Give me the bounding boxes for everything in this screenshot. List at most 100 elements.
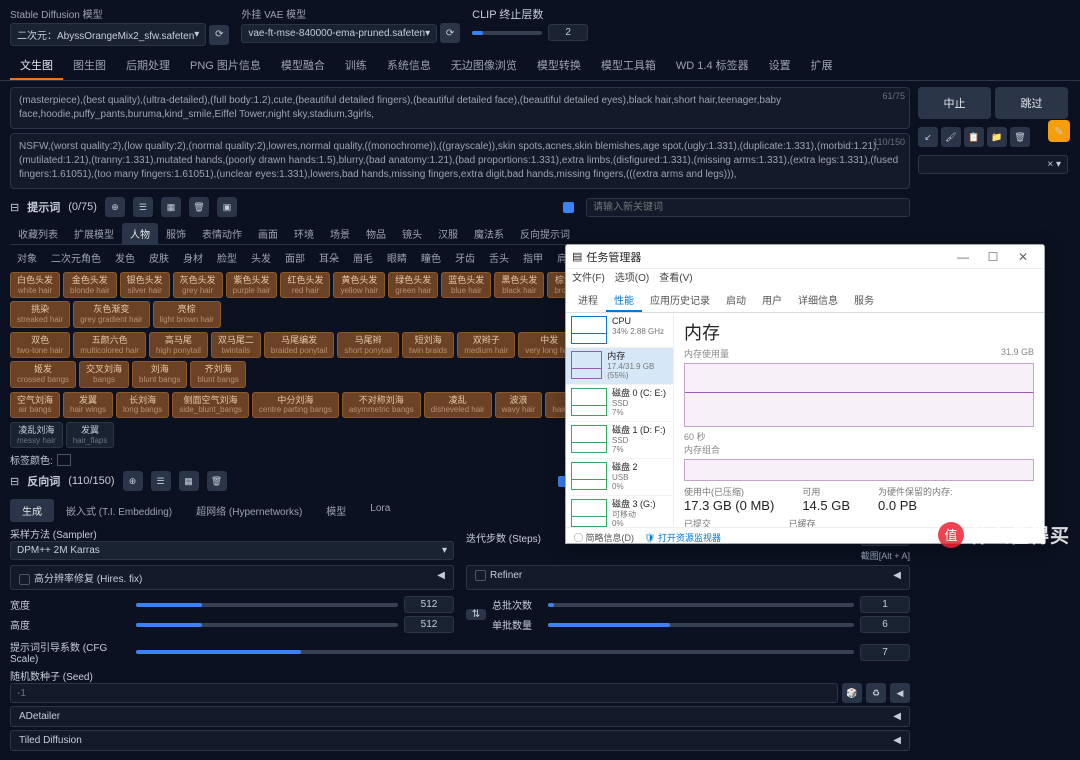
tag-chip[interactable]: 亮棕light brown hair <box>153 301 221 327</box>
seed-extra-icon[interactable]: ◀ <box>890 683 910 703</box>
tm-tab[interactable]: 性能 <box>606 289 642 312</box>
edit-pencil-icon[interactable]: ✎ <box>1048 120 1070 142</box>
tag-chip[interactable]: 交叉刘海bangs <box>79 361 129 387</box>
main-tab-12[interactable]: 扩展 <box>801 52 843 80</box>
batch-size-slider[interactable] <box>548 623 854 627</box>
tag-chip[interactable]: 发翼hair wings <box>63 392 113 418</box>
sub-tab[interactable]: 眉毛 <box>346 247 380 268</box>
neg-btn-4[interactable]: 🗑 <box>207 471 227 491</box>
refresh-sd-icon[interactable]: ⟳ <box>209 25 229 45</box>
seed-input[interactable] <box>10 683 838 703</box>
main-tab-1[interactable]: 图生图 <box>63 52 116 80</box>
sub-tab[interactable]: 皮肤 <box>142 247 176 268</box>
tm-side-item[interactable]: 磁盘 3 (G:)可移动0% <box>566 496 673 527</box>
tm-menu-item[interactable]: 文件(F) <box>572 269 605 289</box>
tag-chip[interactable]: 灰色渐变grey gradient hair <box>73 301 149 327</box>
tag-chip[interactable]: 凌乱刘海messy hair <box>10 422 63 448</box>
tm-side-item[interactable]: 磁盘 0 (C: E:)SSD7% <box>566 385 673 422</box>
cat-tab[interactable]: 环境 <box>286 223 322 244</box>
sub-tab[interactable]: 发色 <box>108 247 142 268</box>
main-tab-4[interactable]: 模型融合 <box>271 52 335 80</box>
tm-menu-item[interactable]: 选项(O) <box>615 269 649 289</box>
tag-chip[interactable]: 黑色头发black hair <box>494 272 544 298</box>
cat-tab[interactable]: 收藏列表 <box>10 223 66 244</box>
color-swatch[interactable] <box>57 454 71 466</box>
swap-dims-icon[interactable]: ⇅ <box>466 609 486 620</box>
tag-chip[interactable]: 不对称刘海asymmetric bangs <box>342 392 421 418</box>
tag-chip[interactable]: 齐刘海blunt bangs <box>190 361 245 387</box>
neg-btn-2[interactable]: ☰ <box>151 471 171 491</box>
sub-tab[interactable]: 面部 <box>278 247 312 268</box>
dice-icon[interactable]: 🎲 <box>842 683 862 703</box>
main-tab-3[interactable]: PNG 图片信息 <box>180 52 271 80</box>
sub-tab[interactable]: 对象 <box>10 247 44 268</box>
tag-chip[interactable]: 刘海blunt bangs <box>132 361 187 387</box>
gen-tab[interactable]: 模型 <box>314 499 358 522</box>
tag-chip[interactable]: 波浪wavy hair <box>495 392 543 418</box>
gen-tab[interactable]: 嵌入式 (T.I. Embedding) <box>54 499 184 522</box>
tag-chip[interactable]: 高马尾high ponytail <box>149 332 208 358</box>
cat-tab[interactable]: 反向提示词 <box>512 223 578 244</box>
clip-slider[interactable] <box>472 31 542 35</box>
tag-btn-4[interactable]: 🗑 <box>189 197 209 217</box>
clipboard-icon[interactable]: 📋 <box>964 127 984 147</box>
sub-tab[interactable]: 二次元角色 <box>44 247 108 268</box>
gen-tab[interactable]: Lora <box>358 499 402 522</box>
tag-chip[interactable]: 蓝色头发blue hair <box>441 272 491 298</box>
vae-select[interactable]: vae-ft-mse-840000-ema-pruned.safeten▾ <box>241 24 437 43</box>
tm-side-item[interactable]: 磁盘 2USB0% <box>566 459 673 496</box>
tm-less-button[interactable]: ◯ 简略信息(D) <box>574 531 634 544</box>
close-icon[interactable]: ✕ <box>1008 250 1038 264</box>
tag-chip[interactable]: 白色头发white hair <box>10 272 60 298</box>
folder-icon[interactable]: 📁 <box>987 127 1007 147</box>
sub-tab[interactable]: 头发 <box>244 247 278 268</box>
tm-tab[interactable]: 启动 <box>718 289 754 312</box>
neg-btn-3[interactable]: ▦ <box>179 471 199 491</box>
tm-menu-item[interactable]: 查看(V) <box>659 269 692 289</box>
tag-chip[interactable]: 短刘海twin braids <box>402 332 454 358</box>
neg-btn-1[interactable]: ⊕ <box>123 471 143 491</box>
tag-chip[interactable]: 红色头发red hair <box>280 272 330 298</box>
cfg-slider[interactable] <box>136 650 854 654</box>
tag-btn-3[interactable]: ▦ <box>161 197 181 217</box>
sub-tab[interactable]: 眼睛 <box>380 247 414 268</box>
main-tab-9[interactable]: 模型工具箱 <box>591 52 666 80</box>
cat-tab[interactable]: 人物 <box>122 223 158 244</box>
expand-neg-icon[interactable]: ⊟ <box>10 475 19 488</box>
maximize-icon[interactable]: ☐ <box>978 250 1008 264</box>
tag-chip[interactable]: 绿色头发green hair <box>388 272 438 298</box>
tiled-accordion[interactable]: Tiled Diffusion◀ <box>10 730 910 751</box>
trash-icon[interactable]: 🗑 <box>1010 127 1030 147</box>
tm-resource-monitor-link[interactable]: 🛡 打开资源监视器 <box>644 531 721 544</box>
height-slider[interactable] <box>136 623 398 627</box>
sub-tab[interactable]: 瞳色 <box>414 247 448 268</box>
paintbrush-icon[interactable]: 🖌 <box>941 127 961 147</box>
tm-side-item[interactable]: 磁盘 1 (D: F:)SSD7% <box>566 422 673 459</box>
sub-tab[interactable]: 身材 <box>176 247 210 268</box>
tag-btn-5[interactable]: ▣ <box>217 197 237 217</box>
main-tab-6[interactable]: 系统信息 <box>377 52 441 80</box>
tag-chip[interactable]: 双色two-tone hair <box>10 332 70 358</box>
batch-count-slider[interactable] <box>548 603 854 607</box>
tag-chip[interactable]: 挑染streaked hair <box>10 301 70 327</box>
tm-tab[interactable]: 应用历史记录 <box>642 289 718 312</box>
tag-chip[interactable]: 凌乱disheveled hair <box>424 392 492 418</box>
tag-keyword-input[interactable] <box>586 198 910 217</box>
minimize-icon[interactable]: — <box>948 250 978 264</box>
hires-fix-accordion[interactable]: 高分辨率修复 (Hires. fix)◀ <box>10 565 454 590</box>
cat-tab[interactable]: 扩展模型 <box>66 223 122 244</box>
gen-tab[interactable]: 超网络 (Hypernetworks) <box>184 499 314 522</box>
main-tab-5[interactable]: 训练 <box>335 52 377 80</box>
tag-chip[interactable]: 侧面空气刘海side_blunt_bangs <box>172 392 249 418</box>
tag-chip[interactable]: 五颜六色multicolored hair <box>73 332 146 358</box>
tm-tab[interactable]: 用户 <box>754 289 790 312</box>
gen-tab[interactable]: 生成 <box>10 499 54 522</box>
tag-chip[interactable]: 姬发crossed bangs <box>10 361 76 387</box>
tag-chip[interactable]: 黄色头发yellow hair <box>333 272 385 298</box>
tag-chip[interactable]: 马尾辫short ponytail <box>337 332 399 358</box>
tm-tab[interactable]: 进程 <box>570 289 606 312</box>
adetailer-accordion[interactable]: ADetailer◀ <box>10 706 910 727</box>
tag-chip[interactable]: 灰色头发grey hair <box>173 272 223 298</box>
tag-chip[interactable]: 长刘海long bangs <box>116 392 169 418</box>
tag-btn-2[interactable]: ☰ <box>133 197 153 217</box>
